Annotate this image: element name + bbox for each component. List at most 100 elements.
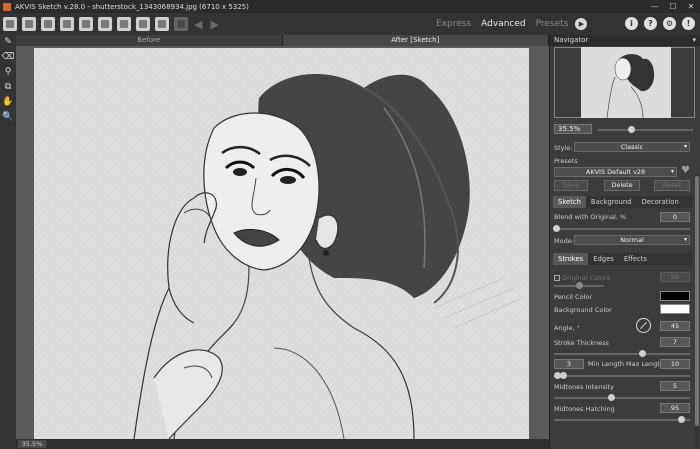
apply-icon[interactable]: [155, 17, 169, 31]
navigator-header[interactable]: Navigator ▾: [550, 35, 700, 46]
tab-background[interactable]: Background: [586, 196, 637, 208]
open-icon[interactable]: [3, 17, 17, 31]
tab-before[interactable]: Before: [16, 35, 283, 46]
chevron-down-icon[interactable]: ▾: [692, 35, 696, 46]
share-icon[interactable]: [98, 17, 112, 31]
window-controls: — ☐ ✕: [646, 0, 700, 13]
max-length-slider-knob[interactable]: [560, 372, 567, 379]
angle-value-field[interactable]: 45: [660, 321, 690, 331]
undo-icon[interactable]: ◀: [194, 18, 202, 31]
navigator-title: Navigator: [554, 36, 589, 44]
stroke-thickness-slider-knob[interactable]: [639, 350, 646, 357]
settings-scrollbar[interactable]: [695, 174, 699, 449]
preset-select[interactable]: AKVIS Default v28: [554, 167, 677, 177]
print-icon[interactable]: [60, 17, 74, 31]
save-preset-button[interactable]: Save: [554, 180, 588, 191]
min-length-value-field[interactable]: 3: [554, 359, 584, 369]
delete-preset-button[interactable]: Delete: [604, 180, 640, 191]
maximize-button[interactable]: ☐: [664, 0, 682, 13]
stroke-thickness-slider-track[interactable]: [554, 353, 690, 355]
max-length-label: Max Length: [626, 360, 664, 368]
sketch-subtabs: Strokes Edges Effects: [553, 253, 693, 265]
help-icons: i ? ⚙ !: [625, 17, 695, 30]
navigator-zoom-row: 35.5%: [554, 124, 697, 135]
settings-scrollbar-thumb[interactable]: [695, 176, 699, 426]
mode-select[interactable]: Normal: [574, 235, 690, 245]
play-icon[interactable]: ▶: [575, 18, 588, 30]
midtones-hatching-slider-knob[interactable]: [678, 416, 685, 423]
crop-tool-icon[interactable]: ⧉: [0, 80, 16, 95]
minimize-button[interactable]: —: [646, 0, 664, 13]
style-select[interactable]: Classic: [574, 142, 690, 152]
reset-preset-button[interactable]: Reset: [654, 180, 690, 191]
run-icon[interactable]: [174, 17, 188, 31]
midtones-intensity-slider-knob[interactable]: [608, 394, 615, 401]
sketch-drawing: [34, 48, 529, 439]
zoom-slider-knob[interactable]: [628, 126, 635, 133]
favorite-heart-icon[interactable]: ♥: [681, 165, 690, 176]
tab-after[interactable]: After [Sketch]: [282, 35, 549, 46]
midtones-intensity-slider-track[interactable]: [554, 397, 690, 399]
midtones-intensity-value-field[interactable]: 5: [660, 381, 690, 391]
length-range-slider-track[interactable]: [554, 375, 690, 377]
notification-icon[interactable]: !: [682, 17, 695, 30]
blend-slider-track[interactable]: [554, 228, 690, 230]
tab-sketch[interactable]: Sketch: [553, 196, 586, 208]
navigator-zoom-select[interactable]: 35.5%: [554, 124, 592, 134]
midtones-hatching-slider-track[interactable]: [554, 419, 690, 421]
close-button[interactable]: ✕: [682, 0, 700, 13]
original-colors-value-field[interactable]: 50: [660, 272, 690, 282]
midtones-hatching-value-field[interactable]: 95: [660, 403, 690, 413]
mode-switcher: Express Advanced Presets ▶: [436, 13, 588, 35]
export-icon[interactable]: [41, 17, 55, 31]
background-color-label: Background Color: [554, 306, 612, 314]
zoom-tool-icon[interactable]: 🔍: [0, 110, 16, 125]
left-tool-panel: ✎ ⌫ ⚲ ⧉ ✋ 🔍: [0, 35, 16, 449]
zoom-slider-track[interactable]: [598, 129, 693, 131]
redo-icon[interactable]: ▶: [210, 18, 218, 31]
tab-effects[interactable]: Effects: [619, 253, 652, 265]
tab-strokes[interactable]: Strokes: [553, 253, 589, 265]
window-title: AKVIS Sketch v.28.0 - shutterstock_13430…: [15, 2, 249, 11]
navigator-thumbnail[interactable]: [581, 47, 671, 118]
help-icon[interactable]: ?: [644, 17, 657, 30]
blend-label: Blend with Original, %: [554, 213, 627, 221]
status-bar: 35.5%: [16, 439, 549, 449]
mode-express[interactable]: Express: [436, 19, 471, 29]
max-length-value-field[interactable]: 10: [660, 359, 690, 369]
navigator-thumbnail-drawing: [581, 47, 671, 118]
batch-icon[interactable]: [79, 17, 93, 31]
blend-value-field[interactable]: 0: [660, 212, 690, 222]
tab-decoration[interactable]: Decoration: [636, 196, 683, 208]
hand-tool-icon[interactable]: ✋: [0, 95, 16, 110]
presets-icon[interactable]: [136, 17, 150, 31]
original-colors-slider-knob[interactable]: [576, 282, 583, 289]
settings-gear-icon[interactable]: ⚙: [663, 17, 676, 30]
mode-presets[interactable]: Presets: [536, 19, 569, 29]
info-icon[interactable]: i: [625, 17, 638, 30]
original-colors-checkbox[interactable]: [554, 275, 560, 281]
zoom-level[interactable]: 35.5%: [18, 440, 46, 448]
blend-slider-knob[interactable]: [553, 225, 560, 232]
tab-edges[interactable]: Edges: [588, 253, 619, 265]
angle-dial[interactable]: [636, 318, 651, 333]
save-icon[interactable]: [22, 17, 36, 31]
presets-label: Presets: [554, 157, 578, 165]
pencil-tool-icon[interactable]: ✎: [0, 35, 16, 50]
title-bar: AKVIS Sketch v.28.0 - shutterstock_13430…: [0, 0, 700, 13]
main-toolbar: ◀ ▶ Express Advanced Presets ▶ i ? ⚙ !: [0, 13, 700, 35]
background-color-swatch[interactable]: [660, 304, 690, 314]
settings-panel: Navigator ▾ 35.5% Style: Classic Presets…: [549, 35, 700, 449]
angle-label: Angle, °: [554, 324, 580, 332]
sketch-image: [34, 48, 529, 439]
mode-advanced[interactable]: Advanced: [481, 19, 525, 29]
stamp-tool-icon[interactable]: ⚲: [0, 65, 16, 80]
original-colors-label: Original Colors: [562, 274, 610, 282]
app-logo-icon: [3, 2, 11, 11]
eraser-tool-icon[interactable]: ⌫: [0, 50, 16, 65]
preferences-icon[interactable]: [117, 17, 131, 31]
image-canvas[interactable]: [16, 46, 549, 439]
pencil-color-swatch[interactable]: [660, 291, 690, 301]
stroke-thickness-value-field[interactable]: 7: [660, 337, 690, 347]
mode-label: Mode:: [554, 237, 574, 245]
